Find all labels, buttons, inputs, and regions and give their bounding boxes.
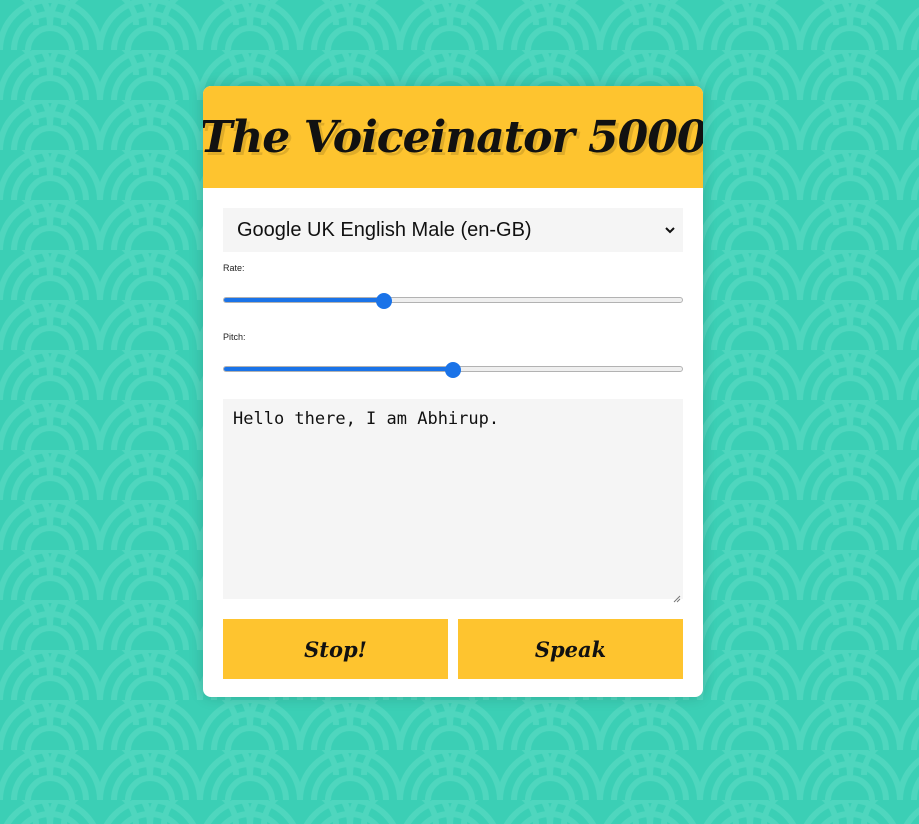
voice-select[interactable]: Google UK English Male (en-GB) <box>223 208 683 252</box>
rate-label: Rate: <box>223 263 245 273</box>
voice-select-value: Google UK English Male (en-GB) <box>237 219 532 241</box>
message-textarea[interactable]: Hello there, I am Abhirup. <box>223 399 683 603</box>
rate-slider-fill <box>224 298 386 302</box>
card-header: The Voiceinator 5000 <box>203 86 703 188</box>
pitch-slider-fill <box>224 367 454 371</box>
pitch-slider[interactable] <box>223 361 683 379</box>
button-row: Stop! Speak <box>223 619 683 679</box>
speak-button[interactable]: Speak <box>458 619 683 679</box>
app-title: The Voiceinator 5000 <box>203 111 703 163</box>
stop-button[interactable]: Stop! <box>223 619 448 679</box>
voiceinator-card: The Voiceinator 5000 Google UK English M… <box>203 86 703 697</box>
rate-slider-thumb[interactable] <box>376 293 393 309</box>
pitch-slider-thumb[interactable] <box>445 362 461 378</box>
pitch-label: Pitch: <box>223 332 246 342</box>
rate-slider-track <box>223 297 683 303</box>
rate-slider[interactable] <box>223 292 683 310</box>
card-body: Google UK English Male (en-GB) Rate: Pit… <box>203 188 703 679</box>
chevron-down-icon <box>663 208 677 252</box>
resize-grip-icon[interactable] <box>672 588 681 603</box>
message-text: Hello there, I am Abhirup. <box>233 409 500 429</box>
